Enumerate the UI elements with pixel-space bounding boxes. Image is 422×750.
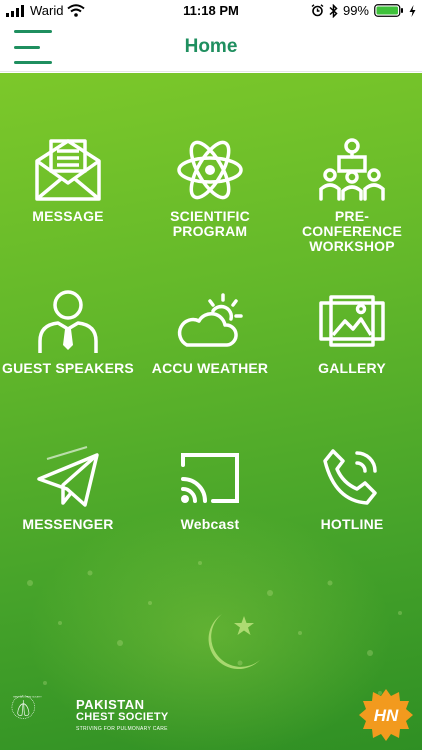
crescent-star-emblem — [208, 614, 260, 670]
tile-label: ACCU WEATHER — [151, 360, 269, 376]
status-right: 99% — [311, 3, 416, 18]
tile-hotline[interactable]: HOTLINE — [282, 445, 422, 532]
nav-bar: Home — [0, 22, 422, 72]
pcs-tagline: STRIVING FOR PULMONARY CARE — [76, 726, 168, 732]
tile-label: SCIENTIFIC PROGRAM — [170, 208, 250, 239]
bluetooth-icon — [329, 3, 338, 18]
tile-label: MESSAGE — [32, 208, 104, 224]
tile-label: PRE-CONFERENCE WORKSHOP — [301, 208, 402, 254]
tile-webcast[interactable]: Webcast — [140, 445, 280, 532]
battery-icon — [374, 4, 403, 17]
tile-label: GALLERY — [318, 360, 386, 376]
tile-label: MESSENGER — [22, 516, 114, 532]
alarm-icon — [311, 4, 324, 17]
menu-line — [14, 30, 52, 33]
tile-guest-speakers[interactable]: GUEST SPEAKERS — [0, 289, 138, 376]
seal-text: PAKISTAN CHEST SOCIETY — [13, 696, 42, 699]
home-grid-area: MESSAGE SCIENTIFIC PROGRAM PRE-CONFERENC… — [0, 73, 422, 750]
cast-icon — [181, 453, 239, 503]
status-bar: Warid 11:18 PM 99% — [0, 0, 422, 22]
tile-message[interactable]: MESSAGE — [0, 137, 138, 224]
atom-icon — [177, 140, 243, 200]
pcs-logo-seal: PAKISTAN CHEST SOCIETY — [11, 695, 42, 719]
pcs-name-line1: PAKISTAN — [76, 697, 145, 712]
menu-line — [14, 61, 52, 64]
person-tie-icon — [38, 290, 98, 353]
tile-gallery[interactable]: GALLERY — [282, 289, 422, 376]
charging-icon — [409, 4, 416, 17]
hn-badge-logo: HN — [359, 689, 413, 741]
tile-accu-weather[interactable]: ACCU WEATHER — [140, 289, 280, 376]
tile-scientific-program[interactable]: SCIENTIFIC PROGRAM — [140, 137, 280, 239]
pcs-name: PAKISTAN CHEST SOCIETY STRIVING FOR PULM… — [76, 697, 169, 735]
paper-plane-icon — [37, 446, 99, 507]
envelope-icon — [35, 139, 101, 201]
gallery-image-icon — [319, 295, 385, 347]
badge-text: HN — [374, 706, 399, 725]
phone-icon — [323, 449, 377, 505]
page-title: Home — [184, 36, 238, 57]
tile-label: Webcast — [180, 516, 240, 532]
tile-messenger[interactable]: MESSENGER — [0, 445, 138, 532]
battery-percent: 99% — [342, 3, 369, 18]
weather-cloud-sun-icon — [177, 293, 243, 347]
pcs-name-line2: CHEST SOCIETY — [76, 711, 169, 723]
tile-label: HOTLINE — [320, 516, 384, 532]
presentation-icon — [319, 138, 385, 201]
tile-label: GUEST SPEAKERS — [2, 360, 134, 376]
tile-pre-conference-workshop[interactable]: PRE-CONFERENCE WORKSHOP — [282, 137, 422, 254]
